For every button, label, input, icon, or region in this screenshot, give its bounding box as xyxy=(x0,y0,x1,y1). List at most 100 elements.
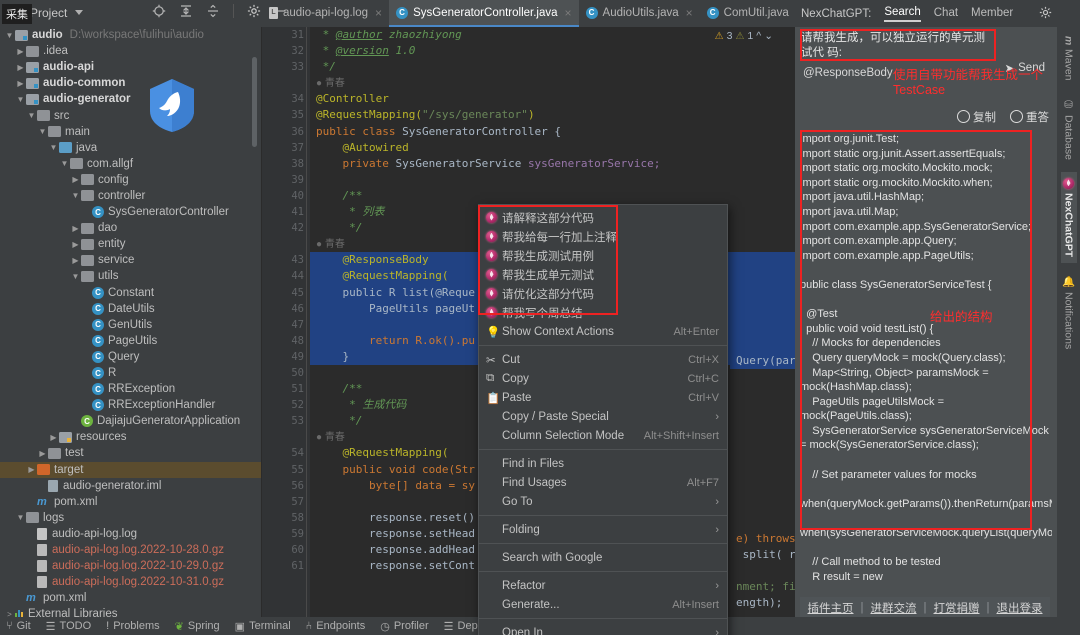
menu-item-帮我生成测试用例[interactable]: 帮我生成测试用例 xyxy=(479,246,727,265)
status-git[interactable]: ⑂Git xyxy=(6,620,31,632)
tree-item-service[interactable]: ▶service xyxy=(0,252,262,268)
status-problems[interactable]: !Problems xyxy=(106,620,160,632)
tree-item-config[interactable]: ▶config xyxy=(0,172,262,188)
chevron-down-icon[interactable]: ▼ xyxy=(37,127,48,136)
menu-item-search-with-google[interactable]: Search with Google xyxy=(479,548,727,567)
tab-member[interactable]: Member xyxy=(971,7,1013,21)
chevron-down-icon[interactable]: ▼ xyxy=(48,143,59,152)
chevron-right-icon[interactable]: > xyxy=(4,610,15,617)
tab-chat[interactable]: Chat xyxy=(934,7,958,21)
tree-item-dateutils[interactable]: CDateUtils xyxy=(0,301,262,317)
status-endpoints[interactable]: ⑃Endpoints xyxy=(306,620,366,632)
chevron-right-icon[interactable]: ▶ xyxy=(70,256,81,265)
chevron-down-icon[interactable]: ▼ xyxy=(15,95,26,104)
menu-item-column-selection-mode[interactable]: Column Selection ModeAlt+Shift+Insert xyxy=(479,426,727,445)
chevron-down-icon[interactable]: ▼ xyxy=(4,31,15,40)
status-spring[interactable]: ❦Spring xyxy=(175,620,220,633)
link-join-group[interactable]: 进群交流 xyxy=(871,600,917,616)
prompt-input[interactable]: 请帮我生成，可以独立运行的单元测试代 码: xyxy=(801,31,991,61)
link-logout[interactable]: 退出登录 xyxy=(997,600,1043,616)
chevron-right-icon[interactable]: ▶ xyxy=(15,47,26,56)
menu-item-请解释这部分代码[interactable]: 请解释这部分代码 xyxy=(479,208,727,227)
status-profiler[interactable]: ◷Profiler xyxy=(380,620,428,633)
expand-all-icon[interactable] xyxy=(179,4,193,18)
tab-search[interactable]: Search xyxy=(884,6,920,22)
gear-icon[interactable] xyxy=(1039,6,1052,22)
tree-item-constant[interactable]: CConstant xyxy=(0,285,262,301)
tree-item-utils[interactable]: ▼utils xyxy=(0,268,262,284)
tree-item-test[interactable]: ▶test xyxy=(0,445,262,461)
tree-item-main[interactable]: ▼main xyxy=(0,124,262,140)
tree-item-resources[interactable]: ▶resources xyxy=(0,429,262,445)
project-panel-title[interactable]: Project xyxy=(30,6,67,20)
menu-item-copy[interactable]: ⧉CopyCtrl+C xyxy=(479,369,727,388)
regenerate-button[interactable]: 重答 xyxy=(1010,108,1049,125)
project-tree-panel[interactable]: ▼audioD:\workspace\fulihui\audio▶.idea▶a… xyxy=(0,27,262,617)
chevron-down-icon[interactable]: ▼ xyxy=(59,159,70,168)
link-donate[interactable]: 打赏捐赠 xyxy=(934,600,980,616)
tree-item--idea[interactable]: ▶.idea xyxy=(0,43,262,59)
chevron-right-icon[interactable]: ▶ xyxy=(37,449,48,458)
tree-item-audio-api-log-log-2022-10-28-0-gz[interactable]: audio-api-log.log.2022-10-28.0.gz xyxy=(0,542,262,558)
editor-context-menu[interactable]: 请解释这部分代码帮我给每一行加上注释帮我生成测试用例帮我生成单元测试请优化这部分… xyxy=(478,204,728,635)
menu-item-generate-[interactable]: Generate...Alt+Insert xyxy=(479,595,727,614)
editor-tab-comutil[interactable]: C ComUtil.java xyxy=(700,0,796,27)
chevron-down-icon[interactable] xyxy=(75,10,83,15)
editor-gutter[interactable]: 3132333435363738394041424344454647484950… xyxy=(262,27,310,617)
tree-item-sysgeneratorcontroller[interactable]: CSysGeneratorController xyxy=(0,204,262,220)
link-plugin-home[interactable]: 插件主页 xyxy=(808,600,854,616)
next-problem-icon[interactable]: ⌄ xyxy=(764,30,773,42)
tree-item-pom-xml[interactable]: mpom.xml xyxy=(0,590,262,606)
tree-item-rrexceptionhandler[interactable]: CRRExceptionHandler xyxy=(0,397,262,413)
status-terminal[interactable]: ▣Terminal xyxy=(235,620,291,633)
editor-tab-sysgeneratorcontroller[interactable]: C SysGeneratorController.java × xyxy=(389,0,578,27)
menu-item-open-in[interactable]: Open In› xyxy=(479,623,727,635)
tree-item-dao[interactable]: ▶dao xyxy=(0,220,262,236)
chevron-right-icon[interactable]: ▶ xyxy=(70,175,81,184)
collapse-all-icon[interactable] xyxy=(206,4,220,18)
menu-item-帮我给每一行加上注释[interactable]: 帮我给每一行加上注释 xyxy=(479,227,727,246)
menu-item-copy-paste-special[interactable]: Copy / Paste Special› xyxy=(479,407,727,426)
menu-item-帮我写个周总结[interactable]: 帮我写个周总结 xyxy=(479,303,727,322)
close-icon[interactable]: × xyxy=(375,6,382,20)
tool-window-database[interactable]: ⛁ Database xyxy=(1061,93,1077,166)
tree-item-external-libraries[interactable]: > External Libraries xyxy=(0,606,262,617)
tree-item-java[interactable]: ▼java xyxy=(0,140,262,156)
tree-item-query[interactable]: CQuery xyxy=(0,349,262,365)
menu-item-folding[interactable]: Folding› xyxy=(479,520,727,539)
tree-item-audio-api-log-log-2022-10-29-0-gz[interactable]: audio-api-log.log.2022-10-29.0.gz xyxy=(0,558,262,574)
menu-item-refactor[interactable]: Refactor› xyxy=(479,576,727,595)
tree-item-dajiajugeneratorapplication[interactable]: CDajiajuGeneratorApplication xyxy=(0,413,262,429)
tree-item-src[interactable]: ▼src xyxy=(0,107,262,123)
tree-item-audio-common[interactable]: ▶audio-common xyxy=(0,75,262,91)
menu-item-show-context-actions[interactable]: 💡Show Context ActionsAlt+Enter xyxy=(479,322,727,341)
editor-tab-audioutils[interactable]: C AudioUtils.java × xyxy=(579,0,700,27)
chevron-down-icon[interactable]: ▼ xyxy=(70,272,81,281)
tree-item-audio-generator[interactable]: ▼audio-generator xyxy=(0,91,262,107)
inspection-status[interactable]: ⚠ 3 ⚠ 1 ^ ⌄ xyxy=(715,30,773,42)
tool-window-nexchatgpt[interactable]: NexChatGPT xyxy=(1061,172,1077,263)
gear-icon[interactable] xyxy=(247,4,261,18)
menu-item-find-in-files[interactable]: Find in Files xyxy=(479,454,727,473)
tree-item-pom-xml[interactable]: mpom.xml xyxy=(0,494,262,510)
chevron-right-icon[interactable]: ▶ xyxy=(15,63,26,72)
tree-item-entity[interactable]: ▶entity xyxy=(0,236,262,252)
tool-window-maven[interactable]: m Maven xyxy=(1061,30,1077,87)
chevron-down-icon[interactable]: ▼ xyxy=(15,513,26,522)
copy-button[interactable]: 复制 xyxy=(957,108,996,125)
tree-scrollbar[interactable] xyxy=(252,57,257,147)
tree-item-target[interactable]: ▶target xyxy=(0,462,262,478)
tree-item-audio-api-log-log[interactable]: audio-api-log.log xyxy=(0,526,262,542)
close-icon[interactable]: × xyxy=(686,6,693,20)
tree-item-rrexception[interactable]: CRRException xyxy=(0,381,262,397)
tree-item-audio-generator-iml[interactable]: audio-generator.iml xyxy=(0,478,262,494)
tree-item-r[interactable]: CR xyxy=(0,365,262,381)
menu-item-cut[interactable]: ✂CutCtrl+X xyxy=(479,350,727,369)
tree-item-controller[interactable]: ▼controller xyxy=(0,188,262,204)
menu-item-帮我生成单元测试[interactable]: 帮我生成单元测试 xyxy=(479,265,727,284)
tree-item-audio-api[interactable]: ▶audio-api xyxy=(0,59,262,75)
chevron-down-icon[interactable]: ▼ xyxy=(70,191,81,200)
tree-item-genutils[interactable]: CGenUtils xyxy=(0,317,262,333)
prev-problem-icon[interactable]: ^ xyxy=(756,30,761,42)
chevron-right-icon[interactable]: ▶ xyxy=(26,465,37,474)
